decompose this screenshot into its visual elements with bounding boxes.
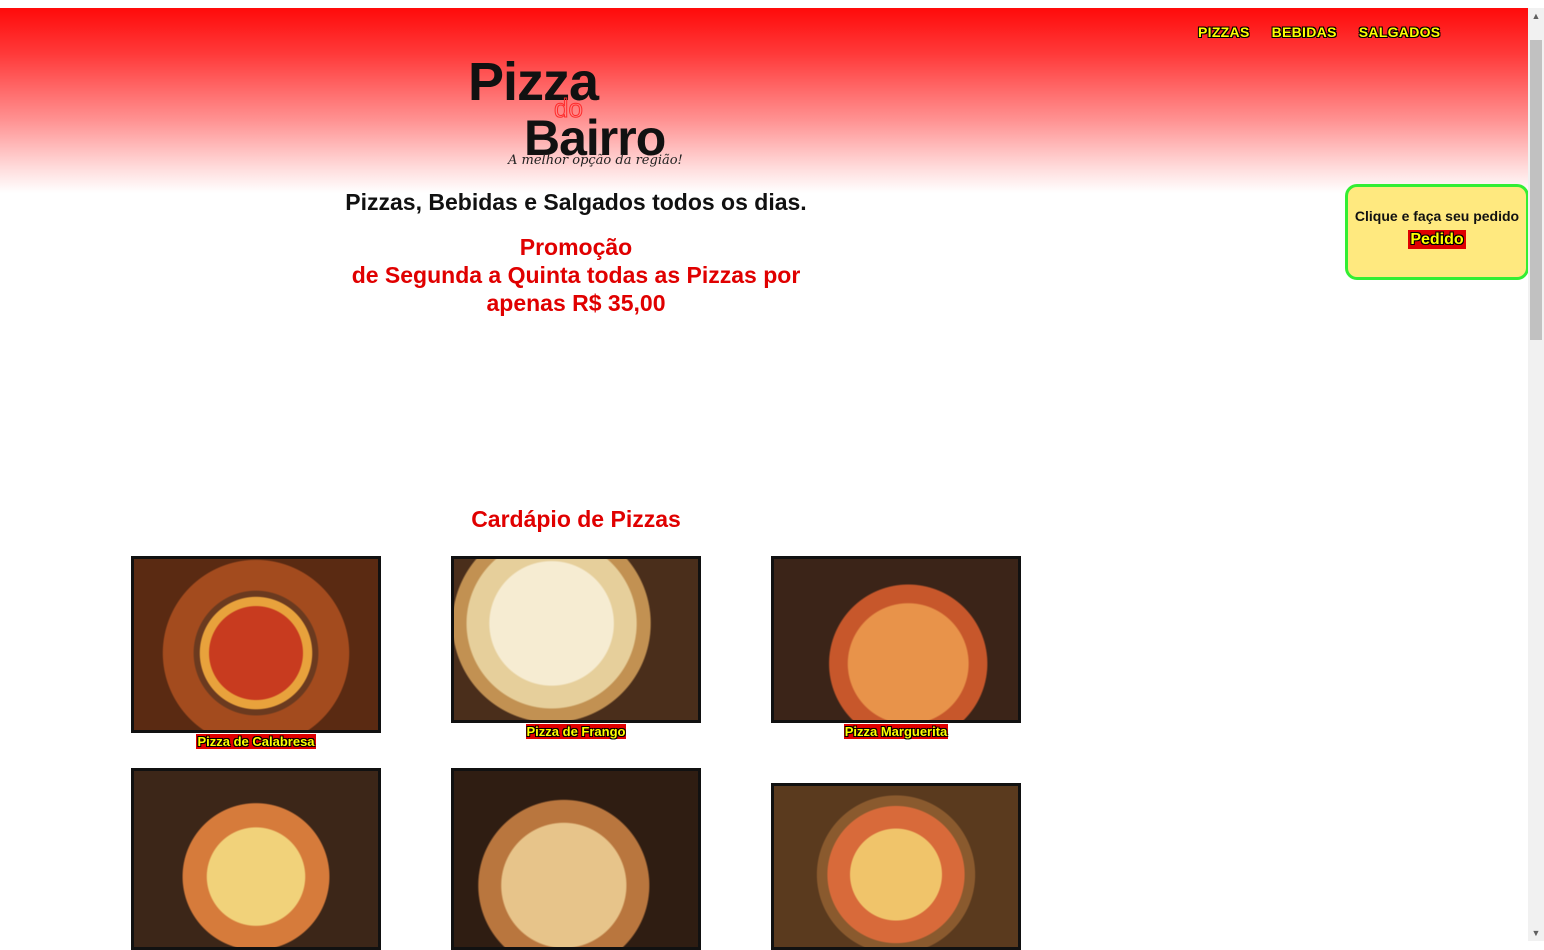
- promo-line: de Segunda a Quinta todas as Pizzas por: [351, 262, 801, 288]
- pizza-calabresa-image[interactable]: [131, 556, 381, 733]
- order-prompt: Clique e faça seu pedido: [1354, 208, 1520, 224]
- menu-title: Cardápio de Pizzas: [471, 506, 681, 532]
- vertical-scrollbar[interactable]: ▲ ▼: [1528, 8, 1544, 941]
- pizza-card[interactable]: [131, 768, 381, 950]
- order-button[interactable]: Pedido: [1408, 230, 1466, 249]
- pizza-frango-image[interactable]: [451, 556, 701, 723]
- logo-tagline: A melhor opção da região!: [508, 153, 683, 168]
- nav-item-bebidas[interactable]: BEBIDAS: [1272, 24, 1337, 40]
- site-logo: Pizza do Bairro A melhor opção da região…: [468, 55, 708, 175]
- pizza-card-label[interactable]: Pizza Marguerita: [843, 724, 949, 739]
- scroll-up-arrow-icon[interactable]: ▲: [1528, 8, 1544, 24]
- pizza-card[interactable]: [451, 768, 701, 950]
- pizza-marguerita-image[interactable]: [771, 556, 1021, 723]
- promo-block: Promoção de Segunda a Quinta todas as Pi…: [0, 233, 1152, 317]
- pizza-image[interactable]: [771, 783, 1021, 950]
- pizza-image[interactable]: [451, 768, 701, 950]
- scrollbar-thumb[interactable]: [1530, 40, 1542, 340]
- nav-item-salgados[interactable]: SALGADOS: [1359, 24, 1441, 40]
- pizza-card[interactable]: [771, 783, 1021, 950]
- scroll-down-arrow-icon[interactable]: ▼: [1528, 925, 1544, 941]
- pizza-image[interactable]: [131, 768, 381, 950]
- promo-title: Promoção: [519, 234, 633, 260]
- browser-top-strip: [0, 0, 1528, 8]
- pizza-card[interactable]: Pizza de Frango: [451, 556, 701, 739]
- pizza-card-label[interactable]: Pizza de Calabresa: [196, 734, 316, 749]
- promo-price: apenas R$ 35,00: [486, 290, 666, 316]
- hero-subtitle: Pizzas, Bebidas e Salgados todos os dias…: [345, 189, 807, 215]
- nav-item-pizzas[interactable]: PIZZAS: [1198, 24, 1250, 40]
- top-nav: PIZZAS BEBIDAS SALGADOS: [1198, 24, 1440, 40]
- pizza-card-label[interactable]: Pizza de Frango: [525, 724, 627, 739]
- order-panel: Clique e faça seu pedido Pedido: [1345, 184, 1529, 280]
- pizza-card[interactable]: Pizza Marguerita: [771, 556, 1021, 739]
- pizza-card[interactable]: Pizza de Calabresa: [131, 556, 381, 749]
